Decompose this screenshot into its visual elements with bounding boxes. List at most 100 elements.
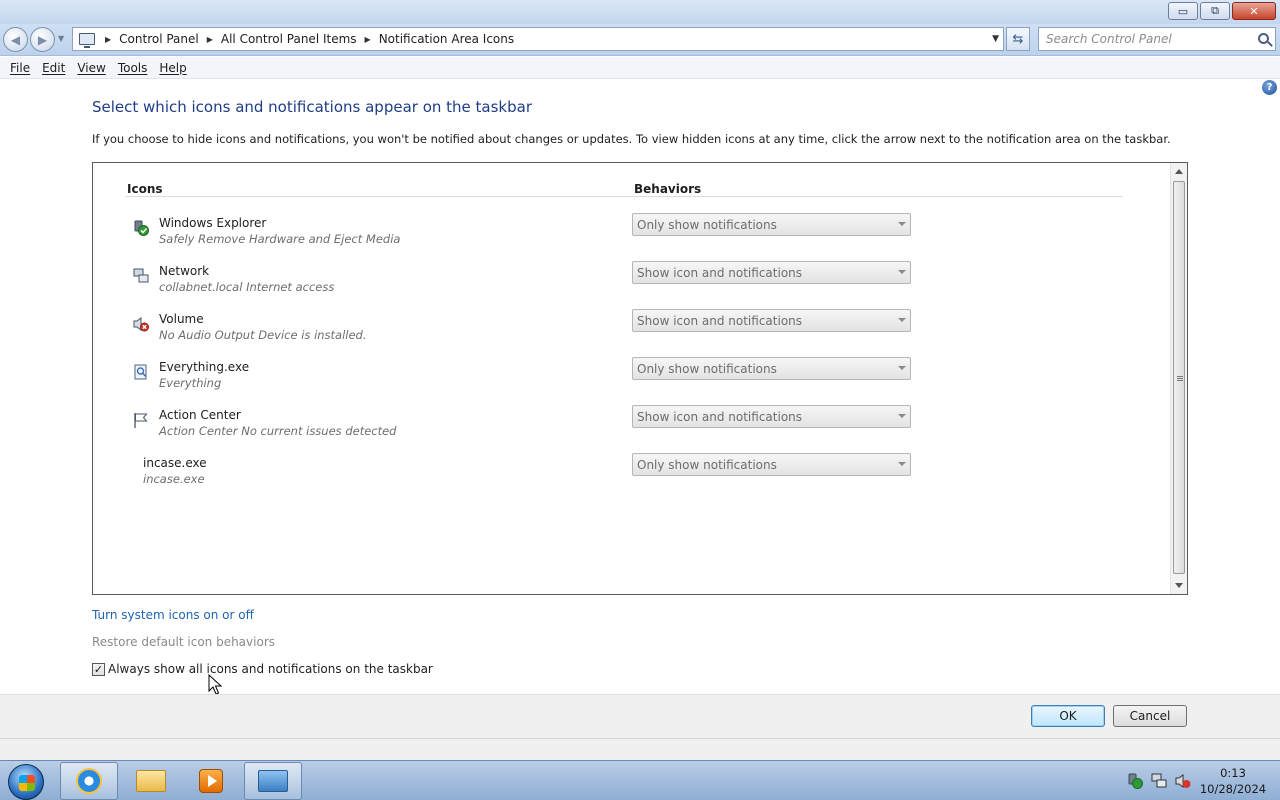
column-header-behaviors: Behaviors — [634, 182, 702, 196]
item-description: No Audio Output Device is installed. — [159, 328, 367, 342]
behavior-dropdown[interactable]: Only show notifications — [632, 213, 911, 236]
breadcrumb-separator-icon[interactable]: ▶ — [105, 35, 111, 44]
taskbar-media-player[interactable] — [182, 762, 240, 800]
ok-button[interactable]: OK — [1031, 705, 1105, 727]
list-item: Action Center Action Center No current i… — [93, 405, 1153, 452]
restore-defaults-link[interactable]: Restore default icon behaviors — [92, 635, 275, 649]
status-bar — [0, 738, 1280, 760]
address-dropdown-icon[interactable]: ▼ — [992, 34, 999, 44]
computer-icon — [79, 33, 95, 48]
cancel-button[interactable]: Cancel — [1113, 705, 1187, 727]
item-description: Action Center No current issues detected — [159, 424, 397, 438]
back-arrow-icon: ◀ — [10, 32, 21, 47]
menu-tools[interactable]: Tools — [112, 61, 154, 75]
taskbar — [0, 760, 1280, 800]
menu-file[interactable]: File — [4, 61, 36, 75]
flag-icon — [134, 413, 148, 428]
forward-button[interactable]: ▶ — [30, 27, 55, 52]
taskbar-windows-explorer[interactable] — [122, 762, 180, 800]
checkmark-icon: ✓ — [93, 662, 104, 676]
always-show-checkbox[interactable]: ✓ — [92, 662, 105, 676]
refresh-button[interactable]: ⇆ — [1006, 27, 1030, 51]
icons-list: Icons Behaviors Windows Explorer Safely … — [92, 162, 1188, 595]
start-button[interactable] — [8, 764, 44, 800]
search-box[interactable] — [1038, 27, 1276, 51]
breadcrumb-separator-icon[interactable]: ▶ — [365, 35, 371, 44]
folder-icon — [136, 770, 166, 792]
menu-help[interactable]: Help — [153, 61, 192, 75]
item-description: Everything — [159, 376, 222, 390]
list-item: incase.exe incase.exe Only show notifica… — [93, 453, 1153, 500]
column-header-icons: Icons — [127, 182, 163, 196]
scroll-up-icon[interactable] — [1175, 169, 1183, 174]
address-bar[interactable]: ▶ Control Panel ▶ All Control Panel Item… — [72, 27, 1004, 51]
behavior-dropdown[interactable]: Show icon and notifications — [632, 405, 911, 428]
behavior-dropdown[interactable]: Only show notifications — [632, 453, 911, 476]
window-controls: ▭ ⧉ ✕ — [1168, 2, 1276, 20]
item-name: Network — [159, 264, 210, 278]
help-icon[interactable]: ? — [1262, 80, 1277, 95]
close-button[interactable]: ✕ — [1232, 2, 1276, 20]
taskbar-internet-explorer[interactable] — [60, 762, 118, 800]
forward-arrow-icon: ▶ — [37, 32, 48, 47]
behavior-value: Show icon and notifications — [637, 265, 803, 280]
list-item: Everything.exe Everything Only show noti… — [93, 357, 1153, 404]
item-name: Windows Explorer — [159, 216, 267, 230]
menu-edit[interactable]: Edit — [36, 61, 71, 75]
always-show-label[interactable]: Always show all icons and notifications … — [108, 662, 433, 676]
chevron-down-icon — [898, 414, 906, 418]
behavior-dropdown[interactable]: Only show notifications — [632, 357, 911, 380]
clock-time: 0:13 — [1220, 766, 1246, 780]
menu-view[interactable]: View — [71, 61, 111, 75]
grip-icon — [1177, 376, 1183, 381]
vertical-scrollbar[interactable] — [1170, 163, 1187, 594]
scroll-thumb[interactable] — [1173, 181, 1185, 574]
search-icon[interactable] — [1258, 33, 1269, 44]
restore-button[interactable]: ⧉ — [1200, 2, 1230, 20]
chevron-down-icon — [898, 222, 906, 226]
item-name: Action Center — [159, 408, 241, 422]
network-tray-icon[interactable] — [1151, 773, 1167, 789]
behavior-value: Only show notifications — [637, 457, 777, 472]
list-item: Volume No Audio Output Device is install… — [93, 309, 1153, 356]
breadcrumb-control-panel[interactable]: Control Panel — [119, 32, 199, 46]
behavior-value: Show icon and notifications — [637, 409, 803, 424]
usb-eject-icon — [134, 220, 149, 236]
always-show-option[interactable]: ✓ Always show all icons and notification… — [92, 662, 433, 676]
behavior-dropdown[interactable]: Show icon and notifications — [632, 309, 911, 332]
mouse-cursor-icon — [208, 674, 222, 695]
breadcrumb-separator-icon[interactable]: ▶ — [207, 35, 213, 44]
volume-tray-icon[interactable] — [1175, 773, 1191, 789]
item-name: Volume — [159, 312, 204, 326]
internet-explorer-icon — [76, 768, 102, 794]
everything-icon — [134, 364, 147, 380]
media-player-icon — [199, 769, 223, 793]
usb-eject-tray-icon[interactable] — [1127, 773, 1143, 789]
title-bar: ▭ ⧉ ✕ — [0, 0, 1280, 24]
navigation-bar: ◀ ▶ ▼ ▶ Control Panel ▶ All Control Pane… — [0, 24, 1280, 56]
taskbar-control-panel[interactable] — [244, 762, 302, 800]
behavior-value: Show icon and notifications — [637, 313, 803, 328]
minimize-button[interactable]: ▭ — [1168, 2, 1198, 20]
chevron-down-icon — [898, 318, 906, 322]
taskbar-clock[interactable]: 0:13 10/28/2024 — [1198, 765, 1268, 797]
turn-system-icons-link[interactable]: Turn system icons on or off — [92, 608, 254, 622]
item-description: incase.exe — [143, 472, 205, 486]
page-title: Select which icons and notifications app… — [92, 98, 532, 116]
control-panel-icon — [258, 770, 288, 792]
volume-muted-icon — [133, 317, 149, 332]
item-name: Everything.exe — [159, 360, 250, 374]
recent-pages-dropdown[interactable]: ▼ — [58, 34, 64, 43]
behavior-dropdown[interactable]: Show icon and notifications — [632, 261, 911, 284]
breadcrumb-all-items[interactable]: All Control Panel Items — [221, 32, 357, 46]
chevron-down-icon — [898, 270, 906, 274]
item-description: collabnet.local Internet access — [159, 280, 335, 294]
search-input[interactable] — [1039, 28, 1244, 50]
back-button[interactable]: ◀ — [3, 27, 28, 52]
page-description: If you choose to hide icons and notifica… — [92, 132, 1171, 146]
breadcrumb-notification-area-icons[interactable]: Notification Area Icons — [379, 32, 514, 46]
item-name: incase.exe — [143, 456, 207, 470]
chevron-down-icon — [898, 462, 906, 466]
scroll-down-icon[interactable] — [1175, 583, 1183, 588]
dialog-footer: OK Cancel — [0, 694, 1280, 738]
